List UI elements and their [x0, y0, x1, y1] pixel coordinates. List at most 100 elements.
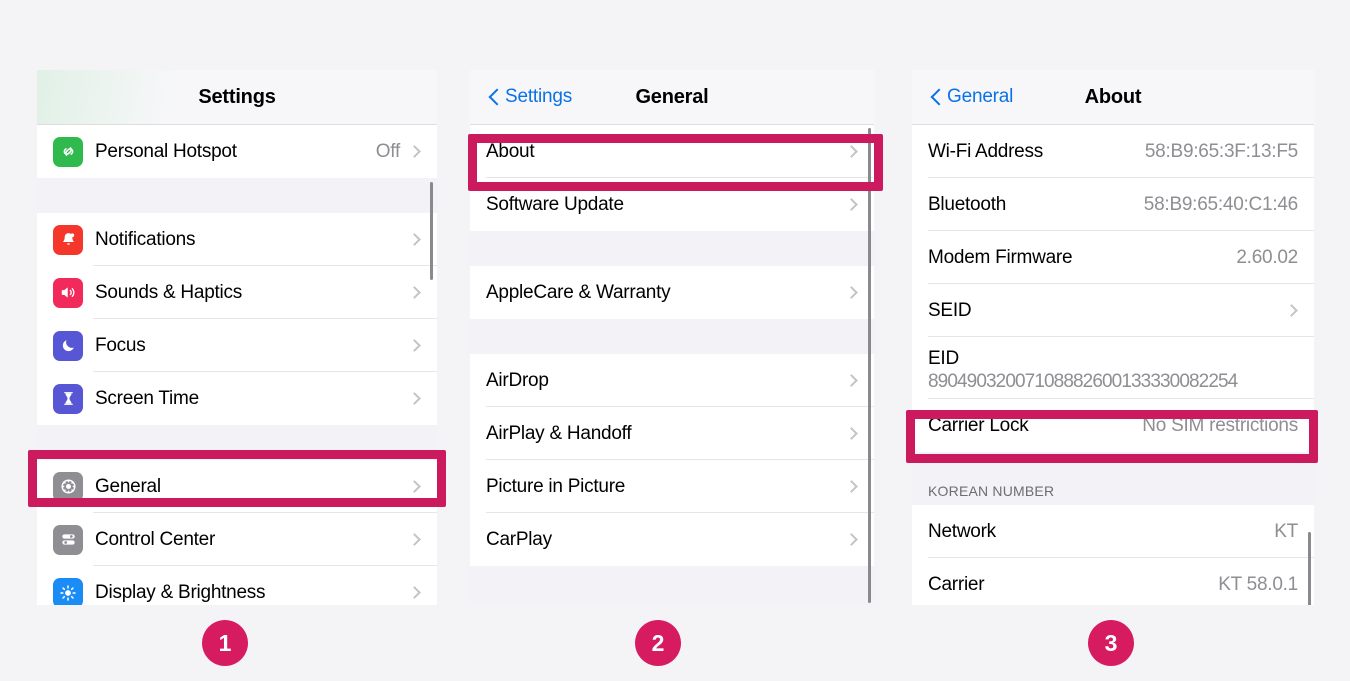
- step-badge-3: 3: [1088, 620, 1134, 666]
- row-label: Screen Time: [95, 387, 199, 409]
- chevron-right-icon: [408, 480, 421, 493]
- list-item-bluetooth: Bluetooth 58:B9:65:40:C1:46: [912, 178, 1314, 231]
- panel1-gap-2: [37, 425, 437, 460]
- step-badge-number: 1: [218, 629, 232, 656]
- row-label: EID: [928, 348, 959, 370]
- chevron-right-icon: [408, 286, 421, 299]
- gear-icon: [53, 471, 83, 502]
- row-label: Carrier: [928, 573, 985, 595]
- row-value: Off: [375, 140, 401, 162]
- section-header-korean-number: KOREAN NUMBER: [912, 452, 1314, 505]
- hotspot-icon: [53, 136, 83, 167]
- list-item-modem-firmware: Modem Firmware 2.60.02: [912, 231, 1314, 284]
- list-item-applecare-warranty[interactable]: AppleCare & Warranty: [470, 266, 874, 319]
- panel1-group-1: Personal Hotspot Off: [37, 125, 437, 178]
- row-label: Bluetooth: [928, 193, 1007, 215]
- list-item-carplay[interactable]: CarPlay: [470, 513, 874, 566]
- row-label: Carrier Lock: [928, 414, 1029, 436]
- row-label: Focus: [95, 334, 146, 356]
- panel1-gap-1: [37, 178, 437, 213]
- row-label: About: [486, 140, 535, 162]
- control-center-icon: [53, 524, 83, 555]
- chevron-right-icon: [1285, 304, 1298, 317]
- step-badge-number: 3: [1104, 629, 1118, 656]
- panel3-navbar: General About: [912, 70, 1314, 125]
- page-title: About: [1084, 85, 1142, 108]
- list-item-carrier-lock: Carrier Lock No SIM restrictions: [912, 399, 1314, 452]
- list-item-about[interactable]: About: [470, 125, 874, 178]
- row-value: 58:B9:65:3F:13:F5: [1144, 140, 1298, 162]
- chevron-left-icon: [932, 88, 942, 106]
- list-item-airplay-handoff[interactable]: AirPlay & Handoff: [470, 407, 874, 460]
- panel2-scrollbar[interactable]: [868, 128, 871, 603]
- panel3-group-1: Wi-Fi Address 58:B9:65:3F:13:F5 Bluetoot…: [912, 125, 1314, 452]
- row-label: Network: [928, 520, 996, 542]
- sidebar-item-notifications[interactable]: Notifications: [37, 213, 437, 266]
- chevron-right-icon: [408, 392, 421, 405]
- back-button-general[interactable]: General: [932, 86, 1013, 108]
- row-label: AirPlay & Handoff: [486, 422, 632, 444]
- list-item-airdrop[interactable]: AirDrop: [470, 354, 874, 407]
- panel-about: General About Wi-Fi Address 58:B9:65:3F:…: [912, 70, 1314, 605]
- list-item-carrier: Carrier KT 58.0.1: [912, 558, 1314, 605]
- panel2-gap-2: [470, 319, 874, 354]
- back-button-settings[interactable]: Settings: [490, 86, 572, 108]
- list-item-wifi-address: Wi-Fi Address 58:B9:65:3F:13:F5: [912, 125, 1314, 178]
- chevron-left-icon: [490, 88, 500, 106]
- chevron-right-icon: [408, 145, 421, 158]
- sidebar-item-personal-hotspot[interactable]: Personal Hotspot Off: [37, 125, 437, 178]
- back-button-label: Settings: [505, 86, 573, 107]
- sounds-speaker-icon: [53, 277, 83, 308]
- back-button-label: General: [947, 86, 1014, 107]
- sidebar-item-general[interactable]: General: [37, 460, 437, 513]
- panel2-group-3: AirDrop AirPlay & Handoff Picture in Pic…: [470, 354, 874, 566]
- chevron-right-icon: [408, 233, 421, 246]
- chevron-right-icon: [845, 533, 858, 546]
- chevron-right-icon: [408, 533, 421, 546]
- panel1-scrollbar[interactable]: [430, 182, 433, 280]
- eid-value: 89049032007108882600133330082254: [928, 371, 1238, 393]
- panel2-navbar: Settings General: [470, 70, 874, 125]
- list-item-network: Network KT: [912, 505, 1314, 558]
- chevron-right-icon: [845, 480, 858, 493]
- panel1-group-2: Notifications Sounds & Haptics Focus Scr…: [37, 213, 437, 425]
- panel3-scrollbar[interactable]: [1308, 532, 1311, 605]
- panel2-gap-3: [470, 566, 874, 601]
- row-value: 2.60.02: [1236, 246, 1298, 268]
- panel1-group-3: General Control Center Display & Brightn…: [37, 460, 437, 605]
- sidebar-item-control-center[interactable]: Control Center: [37, 513, 437, 566]
- panel-settings: Settings Personal Hotspot Off Notificati…: [37, 70, 437, 605]
- row-label: Sounds & Haptics: [95, 281, 243, 303]
- row-label: CarPlay: [486, 528, 552, 550]
- row-label: Software Update: [486, 193, 624, 215]
- notifications-bell-icon: [53, 224, 83, 255]
- row-label: Control Center: [95, 528, 216, 550]
- panel1-navbar: Settings: [37, 70, 437, 125]
- row-value: No SIM restrictions: [1142, 414, 1298, 436]
- list-item-picture-in-picture[interactable]: Picture in Picture: [470, 460, 874, 513]
- row-label: General: [95, 475, 161, 497]
- brightness-sun-icon: [53, 577, 83, 605]
- chevron-right-icon: [845, 145, 858, 158]
- row-label: Modem Firmware: [928, 246, 1073, 268]
- chevron-right-icon: [408, 339, 421, 352]
- chevron-right-icon: [845, 286, 858, 299]
- row-label: Display & Brightness: [95, 581, 266, 603]
- list-item-eid: EID 89049032007108882600133330082254: [912, 337, 1314, 399]
- sidebar-item-focus[interactable]: Focus: [37, 319, 437, 372]
- chevron-right-icon: [408, 586, 421, 599]
- page-title: General: [635, 85, 709, 108]
- row-value: KT 58.0.1: [1218, 573, 1298, 595]
- panel2-gap-1: [470, 231, 874, 266]
- sidebar-item-sounds-haptics[interactable]: Sounds & Haptics: [37, 266, 437, 319]
- sidebar-item-display-brightness[interactable]: Display & Brightness: [37, 566, 437, 605]
- panel2-group-1: About Software Update: [470, 125, 874, 231]
- chevron-right-icon: [845, 374, 858, 387]
- list-item-seid[interactable]: SEID: [912, 284, 1314, 337]
- sidebar-item-screen-time[interactable]: Screen Time: [37, 372, 437, 425]
- step-badge-2: 2: [635, 620, 681, 666]
- row-label: Picture in Picture: [486, 475, 626, 497]
- list-item-software-update[interactable]: Software Update: [470, 178, 874, 231]
- row-label: AirDrop: [486, 369, 549, 391]
- row-label: AppleCare & Warranty: [486, 281, 671, 303]
